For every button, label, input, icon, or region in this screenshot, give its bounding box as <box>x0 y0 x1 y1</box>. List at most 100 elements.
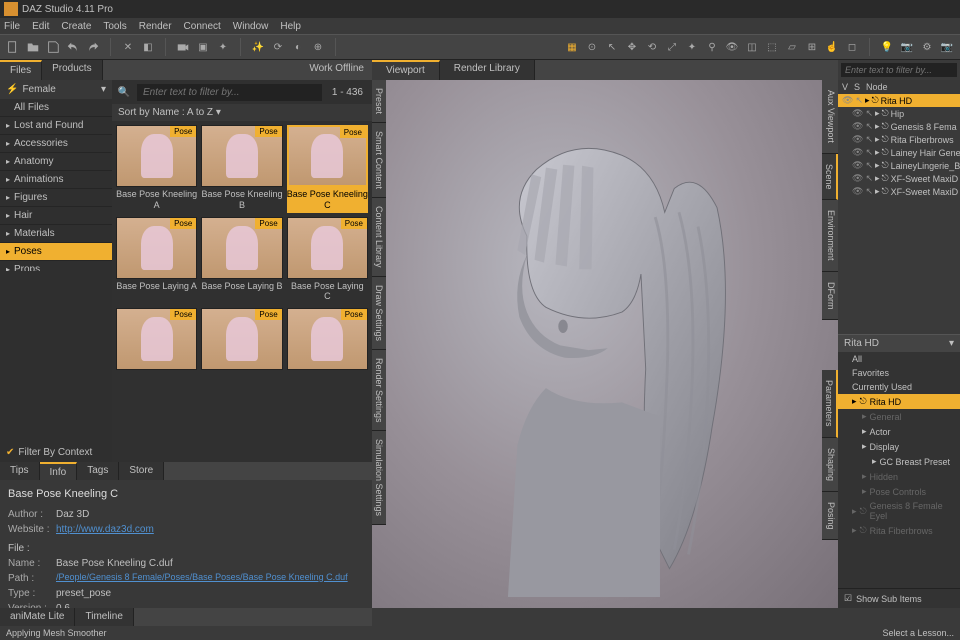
scene-node[interactable]: 👁↖▸⎋XF-Sweet MaxiD <box>838 172 960 185</box>
pose-item[interactable]: PoseBase Pose Laying A <box>116 217 197 305</box>
render2-icon[interactable]: 📷 <box>938 38 956 56</box>
side-tab[interactable]: Shaping <box>822 438 838 492</box>
select-icon[interactable]: ↖ <box>865 134 873 145</box>
expand-icon[interactable]: ▸ <box>862 426 867 437</box>
tab-timeline[interactable]: Timeline <box>75 608 133 626</box>
side-tab[interactable]: Posing <box>822 492 838 541</box>
pose-item[interactable]: PoseBase Pose Kneeling A <box>116 125 197 213</box>
pose-item[interactable]: PoseBase Pose Kneeling B <box>201 125 282 213</box>
pose-icon[interactable]: ⚲ <box>703 38 721 56</box>
category-item[interactable]: ▸Anatomy <box>0 153 112 171</box>
spot-icon[interactable]: ✦ <box>214 38 232 56</box>
wand-icon[interactable]: ✨ <box>249 38 267 56</box>
expand-icon[interactable]: ▸ <box>862 471 867 482</box>
param-item[interactable]: ▸⎋Rita Fiberbrows <box>838 523 960 538</box>
expand-icon[interactable]: ▸ <box>875 186 880 197</box>
expand-icon[interactable]: ▸ <box>852 506 857 517</box>
side-tab[interactable]: Scene <box>822 154 838 201</box>
scene-node[interactable]: 👁↖▸⎋LaineyLingerie_B <box>838 159 960 172</box>
category-item[interactable]: ▸Poses <box>0 243 112 261</box>
select-icon[interactable]: ↖ <box>855 95 863 106</box>
filter-by-context[interactable]: ✔ Filter By Context <box>0 443 112 462</box>
scale-icon[interactable]: ⤢ <box>663 38 681 56</box>
side-tab[interactable]: Preset <box>372 80 386 123</box>
select-icon[interactable]: ↖ <box>865 173 873 184</box>
visibility-icon[interactable]: 👁 <box>842 95 853 106</box>
category-item[interactable]: ▸Hair <box>0 207 112 225</box>
scene-node[interactable]: 👁↖▸⎋XF-Sweet MaxiD <box>838 185 960 198</box>
expand-icon[interactable]: ▸ <box>875 108 880 119</box>
expand-icon[interactable]: ▸ <box>852 396 857 407</box>
category-item[interactable]: All Files <box>0 99 112 117</box>
expand-icon[interactable]: ▸ <box>875 121 880 132</box>
rotate-icon[interactable]: ⟲ <box>643 38 661 56</box>
look-icon[interactable]: 👁 <box>723 38 741 56</box>
side-tab[interactable]: Content Library <box>372 198 386 277</box>
save-icon[interactable] <box>44 38 62 56</box>
pose-item[interactable]: Pose <box>116 308 197 374</box>
side-tab[interactable]: Aux Viewport <box>822 80 838 154</box>
param-item[interactable]: ▸Actor <box>838 424 960 439</box>
pose-item[interactable]: PoseBase Pose Laying C <box>287 217 368 305</box>
select-icon[interactable]: ↖ <box>865 186 873 197</box>
pick-icon[interactable]: ☝ <box>823 38 841 56</box>
menu-window[interactable]: Window <box>233 21 269 32</box>
params-header[interactable]: Rita HD▾ <box>838 335 960 352</box>
param-item[interactable]: ▸Display <box>838 439 960 454</box>
param-item[interactable]: All <box>838 352 960 366</box>
param-item[interactable]: Currently Used <box>838 380 960 394</box>
expand-icon[interactable]: ▸ <box>865 95 870 106</box>
gear-icon[interactable]: ⚙ <box>918 38 936 56</box>
category-item[interactable]: ▸Materials <box>0 225 112 243</box>
tab-render-library[interactable]: Render Library <box>440 60 535 80</box>
menu-tools[interactable]: Tools <box>103 21 126 32</box>
side-tab[interactable]: Smart Content <box>372 123 386 198</box>
visibility-icon[interactable]: 👁 <box>852 134 863 145</box>
search-icon[interactable]: 🔍 <box>115 83 133 101</box>
redo-icon[interactable] <box>84 38 102 56</box>
select-icon[interactable]: ↖ <box>865 121 873 132</box>
side-tab[interactable]: Render Settings <box>372 350 386 432</box>
expand-icon[interactable]: ▸ <box>862 411 867 422</box>
menu-edit[interactable]: Edit <box>32 21 49 32</box>
expand-icon[interactable]: ▸ <box>875 173 880 184</box>
tool3-icon[interactable]: ⊕ <box>309 38 327 56</box>
tool2-icon[interactable]: ◐ <box>289 38 307 56</box>
visibility-icon[interactable]: 👁 <box>852 108 863 119</box>
camera2-icon[interactable]: 📷 <box>898 38 916 56</box>
region-icon[interactable]: ⬚ <box>763 38 781 56</box>
category-item[interactable]: ▸Animations <box>0 171 112 189</box>
tab-products[interactable]: Products <box>42 60 102 80</box>
side-tab[interactable]: Simulation Settings <box>372 431 386 525</box>
work-offline-label[interactable]: Work Offline <box>301 60 372 80</box>
menu-render[interactable]: Render <box>139 21 172 32</box>
menu-create[interactable]: Create <box>61 21 91 32</box>
search-input[interactable] <box>137 84 322 101</box>
translate-icon[interactable]: ✥ <box>623 38 641 56</box>
expand-icon[interactable]: ▸ <box>872 456 877 467</box>
param-item[interactable]: Favorites <box>838 366 960 380</box>
universal-icon[interactable]: ✦ <box>683 38 701 56</box>
website-link[interactable]: http://www.daz3d.com <box>56 522 154 537</box>
side-tab[interactable]: Draw Settings <box>372 277 386 350</box>
select-icon[interactable]: ↖ <box>865 160 873 171</box>
expand-icon[interactable]: ▸ <box>862 486 867 497</box>
side-tab[interactable]: Parameters <box>822 370 838 438</box>
delete-icon[interactable]: ✕ <box>119 38 137 56</box>
scene-search-input[interactable] <box>841 63 957 77</box>
tab-viewport[interactable]: Viewport <box>372 60 440 80</box>
pose-item[interactable]: PoseBase Pose Laying B <box>201 217 282 305</box>
cursor-icon[interactable]: ↖ <box>603 38 621 56</box>
info-tab-info[interactable]: Info <box>40 462 78 480</box>
lesson-selector[interactable]: Select a Lesson... <box>882 628 954 638</box>
category-item[interactable]: ▸Accessories <box>0 135 112 153</box>
visibility-icon[interactable]: 👁 <box>852 173 863 184</box>
scene-node[interactable]: 👁↖▸⎋Rita Fiberbrows <box>838 133 960 146</box>
menu-connect[interactable]: Connect <box>184 21 221 32</box>
tab-files[interactable]: Files <box>0 60 42 80</box>
select-icon[interactable]: ↖ <box>865 147 873 158</box>
visibility-icon[interactable]: 👁 <box>852 160 863 171</box>
scene-node[interactable]: 👁↖▸⎋Lainey Hair Gene <box>838 146 960 159</box>
align-icon[interactable]: ⊞ <box>803 38 821 56</box>
param-item[interactable]: ▸⎋Rita HD <box>838 394 960 409</box>
